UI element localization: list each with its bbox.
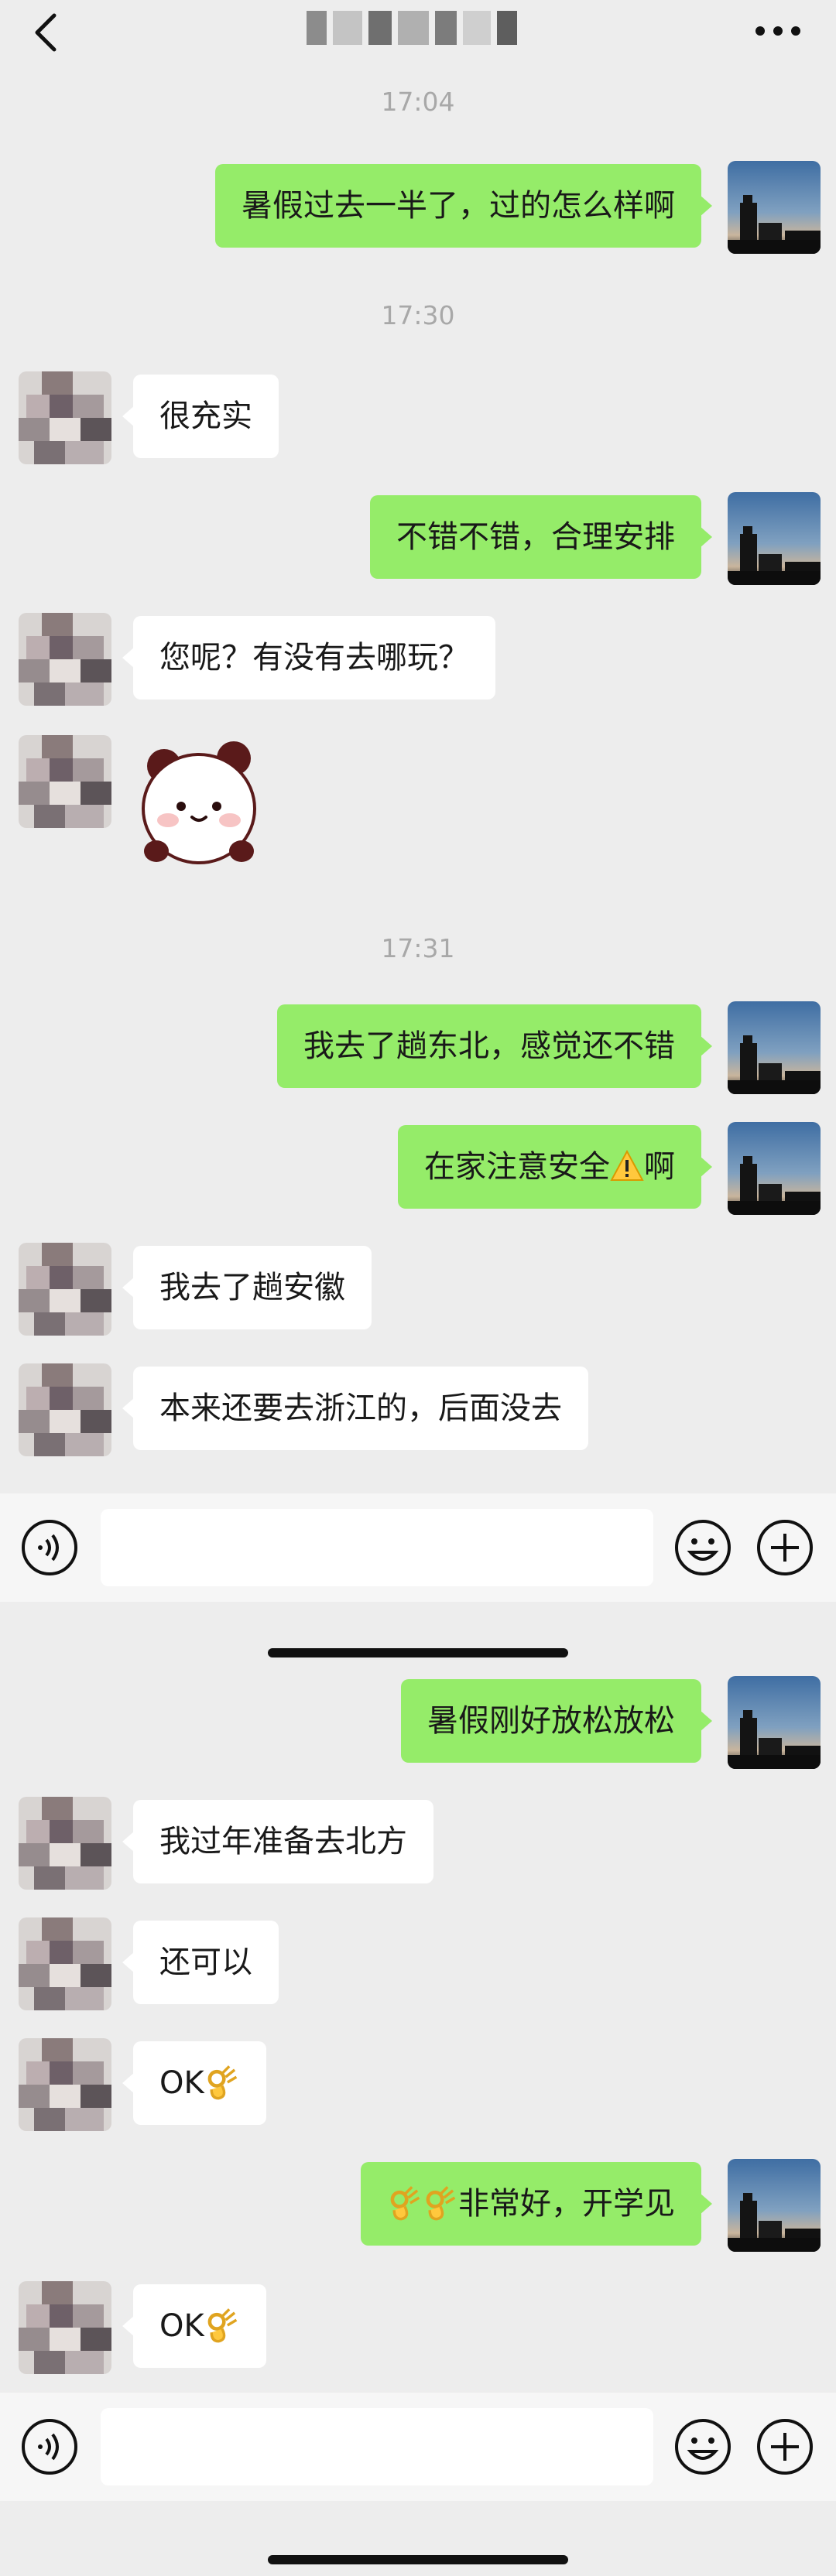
message-bubble-sent[interactable]: 暑假过去一半了，过的怎么样啊 xyxy=(215,164,712,248)
message-input[interactable] xyxy=(101,2408,653,2485)
more-dots-icon[interactable] xyxy=(751,8,805,54)
contact-avatar[interactable] xyxy=(19,2038,111,2131)
contact-avatar[interactable] xyxy=(19,735,111,828)
message-text: OK xyxy=(159,2308,204,2344)
message-bubble-sent[interactable]: 我去了趟东北，感觉还不错 xyxy=(277,1004,712,1088)
timestamp: 17:31 xyxy=(381,933,455,963)
message-text: OK xyxy=(159,2065,204,2101)
input-bar xyxy=(0,1493,836,1602)
message-bubble-sent[interactable]: 不错不错，合理安排 xyxy=(370,495,712,579)
ok-hand-emoji-icon xyxy=(423,2185,458,2221)
message-bubble-sent[interactable]: 非常好，开学见 xyxy=(361,2162,712,2246)
message-bubble-received[interactable]: 我去了趟安徽 xyxy=(122,1246,372,1329)
contact-avatar[interactable] xyxy=(19,1797,111,1890)
timestamp: 17:04 xyxy=(381,87,455,117)
nav-bar xyxy=(0,0,836,70)
panda-sticker-icon[interactable] xyxy=(133,735,265,874)
message-bubble-received[interactable]: OK xyxy=(122,2041,266,2125)
input-bar xyxy=(0,2393,836,2501)
emoji-icon[interactable] xyxy=(673,2417,732,2476)
ok-hand-emoji-icon xyxy=(387,2185,423,2221)
timestamp: 17:30 xyxy=(381,300,455,330)
contact-avatar[interactable] xyxy=(19,613,111,706)
message-bubble-sent[interactable]: 暑假刚好放松放松 xyxy=(401,1679,712,1763)
message-bubble-received[interactable]: 还可以 xyxy=(122,1921,279,2004)
emoji-icon[interactable] xyxy=(673,1518,732,1577)
message-input[interactable] xyxy=(101,1509,653,1586)
home-indicator xyxy=(268,2555,568,2564)
contact-avatar[interactable] xyxy=(19,1243,111,1336)
message-bubble-received[interactable]: 很充实 xyxy=(122,375,279,458)
contact-avatar[interactable] xyxy=(19,2281,111,2374)
ok-hand-emoji-icon xyxy=(204,2307,240,2343)
my-avatar[interactable] xyxy=(728,2159,821,2252)
chat-screen-2: 暑假刚好放松放松 我过年准备去北方 还可以 OK 非常好，开学见 OK xyxy=(0,1657,836,2576)
contact-avatar[interactable] xyxy=(19,1917,111,2010)
chat-screen-1: 17:04 暑假过去一半了，过的怎么样啊 17:30 很充实 不错不错，合理安排… xyxy=(0,0,836,1657)
contact-avatar[interactable] xyxy=(19,371,111,464)
message-text: 在家注意安全 xyxy=(424,1149,610,1185)
my-avatar[interactable] xyxy=(728,161,821,254)
voice-icon[interactable] xyxy=(20,2417,79,2476)
warning-emoji-icon xyxy=(610,1149,644,1181)
voice-icon[interactable] xyxy=(20,1518,79,1577)
my-avatar[interactable] xyxy=(728,1122,821,1215)
message-bubble-received[interactable]: OK xyxy=(122,2284,266,2368)
message-bubble-sent[interactable]: 在家注意安全啊 xyxy=(398,1125,712,1209)
my-avatar[interactable] xyxy=(728,1676,821,1769)
message-text: 啊 xyxy=(644,1149,675,1185)
ok-hand-emoji-icon xyxy=(204,2065,240,2100)
home-indicator xyxy=(268,1648,568,1657)
message-text: 非常好，开学见 xyxy=(458,2186,675,2222)
plus-icon[interactable] xyxy=(755,1518,814,1577)
message-bubble-received[interactable]: 我过年准备去北方 xyxy=(122,1800,433,1883)
my-avatar[interactable] xyxy=(728,492,821,585)
chevron-left-icon[interactable] xyxy=(31,9,62,56)
plus-icon[interactable] xyxy=(755,2417,814,2476)
message-bubble-received[interactable]: 您呢？有没有去哪玩？ xyxy=(122,616,495,700)
contact-name-blurred xyxy=(288,5,536,51)
my-avatar[interactable] xyxy=(728,1001,821,1094)
message-bubble-received[interactable]: 本来还要去浙江的，后面没去 xyxy=(122,1367,588,1450)
contact-avatar[interactable] xyxy=(19,1363,111,1456)
